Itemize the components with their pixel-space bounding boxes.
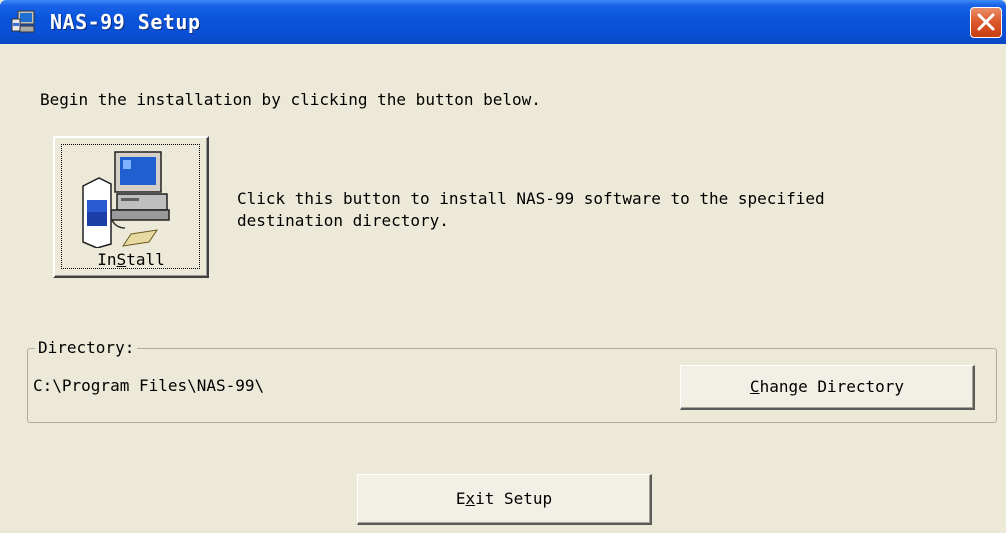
directory-path: C:\Program Files\NAS-99\ <box>33 376 265 395</box>
install-description-line2: destination directory. <box>237 211 449 230</box>
install-button[interactable]: InStall <box>53 136 209 278</box>
change-directory-button[interactable]: Change Directory <box>680 365 975 410</box>
setup-computer-icon <box>10 9 38 35</box>
close-icon <box>977 13 995 31</box>
install-label: InStall <box>97 250 165 269</box>
close-button[interactable] <box>970 7 1002 38</box>
install-computer-icon <box>77 148 187 252</box>
exit-setup-button[interactable]: Exit Setup <box>357 474 652 525</box>
install-description-line1: Click this button to install NAS-99 soft… <box>237 189 825 208</box>
directory-legend: Directory: <box>35 338 138 357</box>
install-description: Click this button to install NAS-99 soft… <box>237 188 825 232</box>
intro-text: Begin the installation by clicking the b… <box>40 90 541 109</box>
window-title: NAS-99 Setup <box>50 10 201 34</box>
title-bar[interactable]: NAS-99 Setup <box>0 0 1006 44</box>
